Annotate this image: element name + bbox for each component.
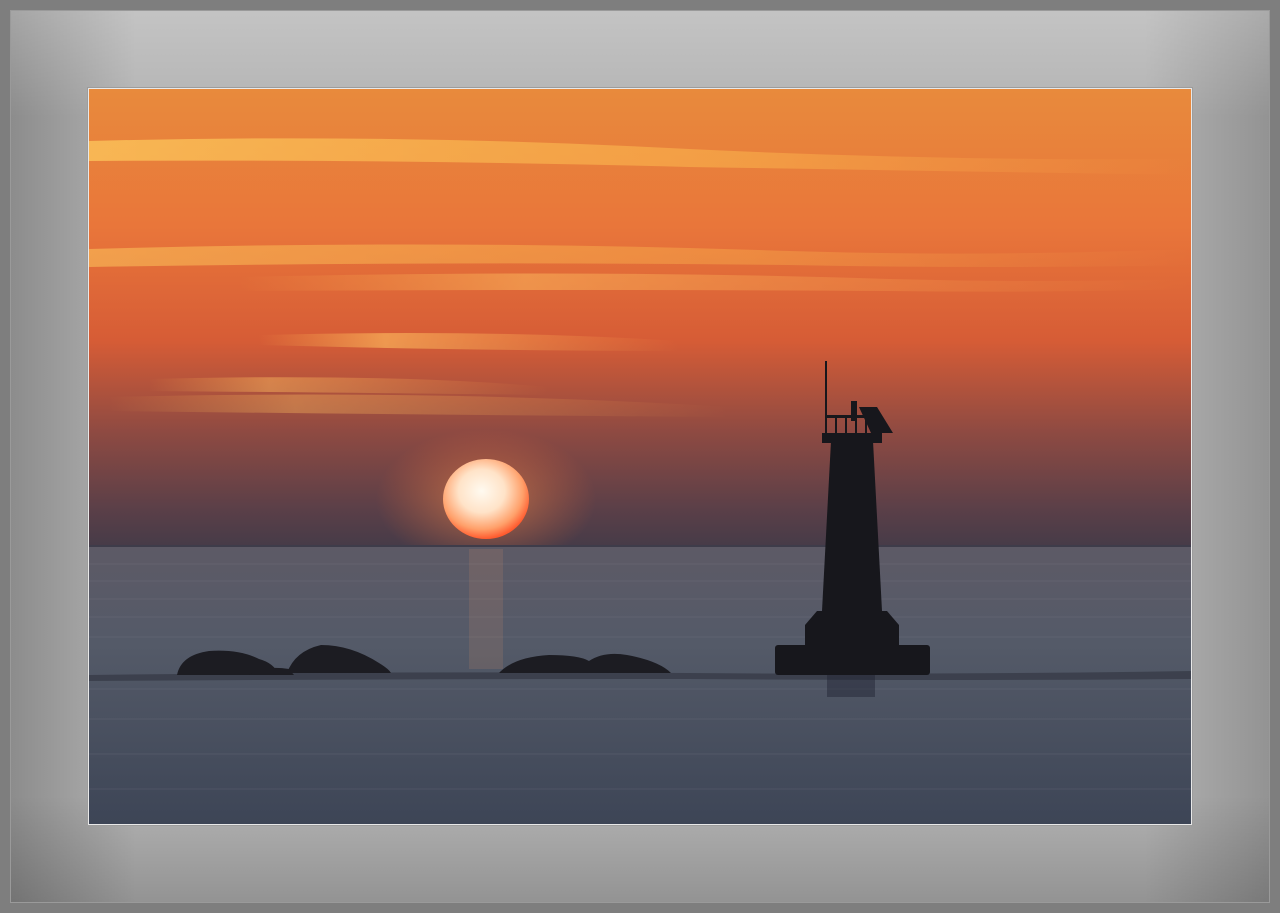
lighthouse-reflection <box>827 675 875 697</box>
photo-frame <box>88 88 1192 825</box>
sun-icon <box>443 459 529 539</box>
sea <box>89 547 1191 824</box>
sunset-photo <box>89 89 1191 824</box>
sun-reflection <box>469 549 503 669</box>
sunset-scene <box>89 89 1191 824</box>
